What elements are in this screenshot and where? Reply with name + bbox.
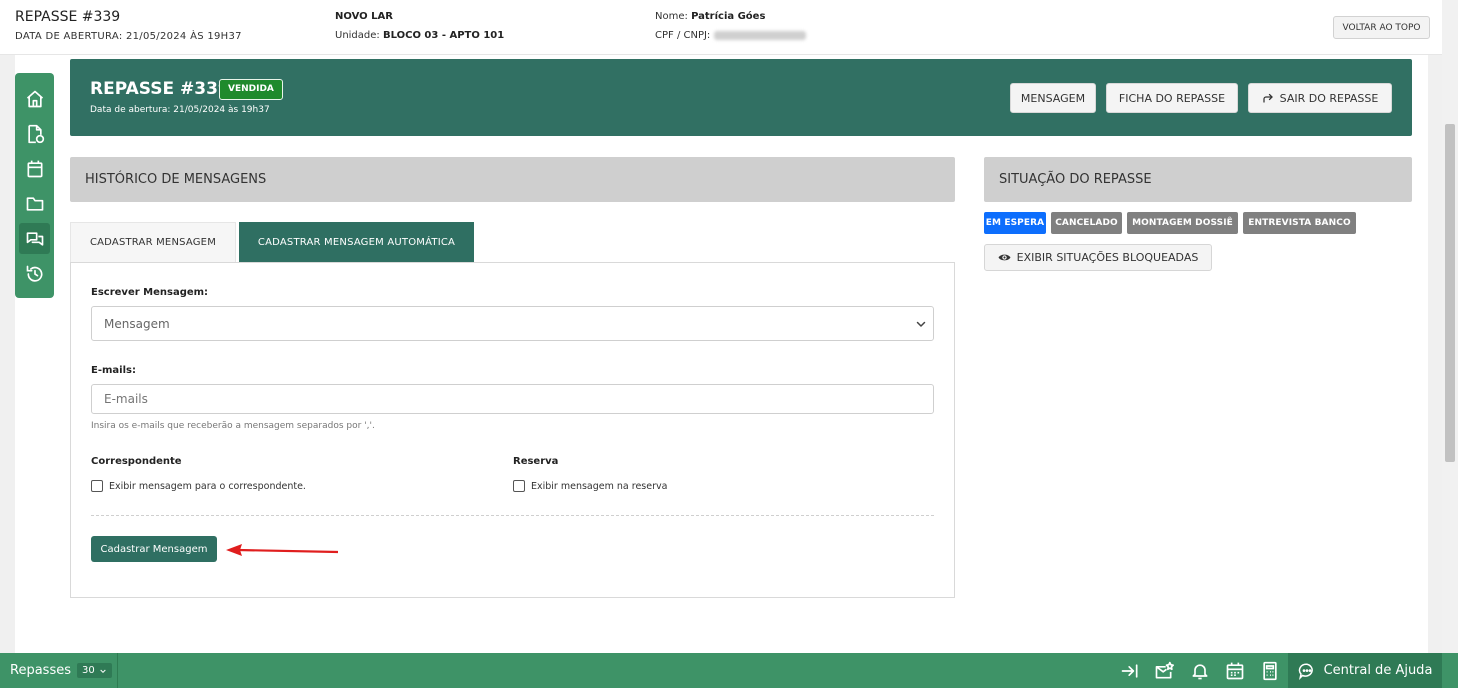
bottom-corner bbox=[1442, 653, 1458, 688]
reserva-label: Reserva bbox=[513, 456, 559, 467]
submit-message-button[interactable]: Cadastrar Mensagem bbox=[91, 536, 217, 562]
tab-cadastrar-mensagem-automatica[interactable]: CADASTRAR MENSAGEM AUTOMÁTICA bbox=[239, 222, 474, 262]
badge-em-espera[interactable]: EM ESPERA bbox=[984, 212, 1046, 234]
unit-info: Unidade: BLOCO 03 - APTO 101 bbox=[335, 30, 504, 41]
emails-hint: Insira os e-mails que receberão a mensag… bbox=[91, 421, 375, 431]
show-blocked-button[interactable]: EXIBIR SITUAÇÕES BLOQUEADAS bbox=[984, 244, 1212, 271]
correspondente-checkbox[interactable] bbox=[91, 480, 103, 492]
repasse-title: REPASSE #339 bbox=[90, 79, 230, 99]
correspondente-checkbox-label[interactable]: Exibir mensagem para o correspondente. bbox=[109, 481, 306, 492]
side-nav bbox=[15, 73, 54, 298]
help-center-label: Central de Ajuda bbox=[1323, 663, 1433, 678]
project-name: NOVO LAR bbox=[335, 11, 393, 22]
situation-section-title: SITUAÇÃO DO REPASSE bbox=[984, 157, 1412, 202]
exit-button[interactable]: SAIR DO REPASSE bbox=[1248, 83, 1392, 113]
unit-value: BLOCO 03 - APTO 101 bbox=[382, 30, 505, 41]
badge-entrevista-banco[interactable]: ENTREVISTA BANCO bbox=[1243, 212, 1356, 234]
exit-arrow-icon bbox=[1263, 93, 1273, 103]
nav-folder[interactable] bbox=[19, 188, 50, 219]
unit-label: Unidade: bbox=[335, 30, 380, 41]
reserva-checkbox[interactable] bbox=[513, 480, 525, 492]
top-title: REPASSE #339 bbox=[15, 9, 121, 25]
nav-history[interactable] bbox=[19, 258, 50, 289]
repasses-label: Repasses bbox=[10, 663, 71, 678]
message-select[interactable]: Mensagem bbox=[91, 306, 934, 341]
correspondente-label: Correspondente bbox=[91, 456, 182, 467]
reserva-checkbox-label[interactable]: Exibir mensagem na reserva bbox=[531, 481, 667, 492]
name-value: Patrícia Góes bbox=[691, 11, 766, 22]
top-bar: REPASSE #339 DATA DE ABERTURA: 21/05/202… bbox=[0, 0, 1442, 55]
repasse-header: REPASSE #339 VENDIDA Data de abertura: 2… bbox=[70, 59, 1412, 136]
tab-cadastrar-mensagem[interactable]: CADASTRAR MENSAGEM bbox=[70, 222, 236, 262]
document-icon bbox=[27, 124, 44, 143]
client-cpf: CPF / CNPJ: bbox=[655, 30, 807, 41]
history-icon bbox=[26, 265, 42, 282]
collapse-right-icon[interactable] bbox=[1120, 661, 1140, 681]
repasses-count-badge: 30 bbox=[76, 663, 112, 678]
mail-star-icon[interactable] bbox=[1154, 661, 1174, 681]
show-blocked-label: EXIBIR SITUAÇÕES BLOQUEADAS bbox=[1016, 251, 1199, 264]
message-button[interactable]: MENSAGEM bbox=[1010, 83, 1096, 113]
calendar-icon[interactable] bbox=[1225, 661, 1245, 681]
badge-cancelado[interactable]: CANCELADO bbox=[1051, 212, 1122, 234]
repasse-date: Data de abertura: 21/05/2024 às 19h37 bbox=[90, 105, 270, 115]
calculator-icon[interactable] bbox=[1260, 661, 1280, 681]
emails-label: E-mails: bbox=[91, 365, 136, 376]
name-label: Nome: bbox=[655, 11, 688, 22]
eye-icon bbox=[998, 254, 1011, 261]
repasses-count: 30 bbox=[81, 665, 95, 676]
nav-documents[interactable] bbox=[19, 118, 50, 149]
nav-messages[interactable] bbox=[19, 223, 50, 254]
message-label: Escrever Mensagem: bbox=[91, 287, 209, 298]
status-badge: VENDIDA bbox=[219, 79, 283, 100]
home-icon bbox=[26, 90, 43, 107]
badge-montagem-dossie[interactable]: MONTAGEM DOSSIÊ bbox=[1127, 212, 1238, 234]
repasses-dropdown[interactable]: Repasses 30 bbox=[0, 653, 118, 688]
chevron-down-icon bbox=[916, 321, 926, 327]
emails-input[interactable] bbox=[91, 384, 934, 414]
client-name: Nome: Patrícia Góes bbox=[655, 11, 765, 22]
form-divider bbox=[91, 515, 934, 516]
chat-icon bbox=[26, 231, 43, 246]
back-to-top-button[interactable]: VOLTAR AO TOPO bbox=[1333, 16, 1430, 39]
chevron-down-icon bbox=[100, 669, 106, 673]
chat-bubble-icon bbox=[1298, 662, 1313, 680]
calendar-icon bbox=[27, 160, 42, 177]
nav-calendar[interactable] bbox=[19, 153, 50, 184]
exit-button-label: SAIR DO REPASSE bbox=[1279, 91, 1379, 105]
nav-home[interactable] bbox=[19, 83, 50, 114]
help-center-button[interactable]: Central de Ajuda bbox=[1288, 653, 1442, 688]
folder-icon bbox=[26, 196, 43, 211]
message-select-value: Mensagem bbox=[104, 316, 170, 331]
scrollbar-thumb[interactable] bbox=[1445, 124, 1455, 462]
top-opening-date: DATA DE ABERTURA: 21/05/2024 ÀS 19H37 bbox=[15, 31, 242, 42]
cpf-label: CPF / CNPJ: bbox=[655, 30, 711, 41]
bell-icon[interactable] bbox=[1190, 661, 1210, 681]
cpf-redacted bbox=[714, 30, 807, 40]
bottom-bar: Repasses 30 Central de Ajuda bbox=[0, 653, 1458, 688]
sheet-button[interactable]: FICHA DO REPASSE bbox=[1106, 83, 1238, 113]
history-section-title: HISTÓRICO DE MENSAGENS bbox=[70, 157, 955, 202]
red-arrow-annotation bbox=[226, 544, 339, 556]
